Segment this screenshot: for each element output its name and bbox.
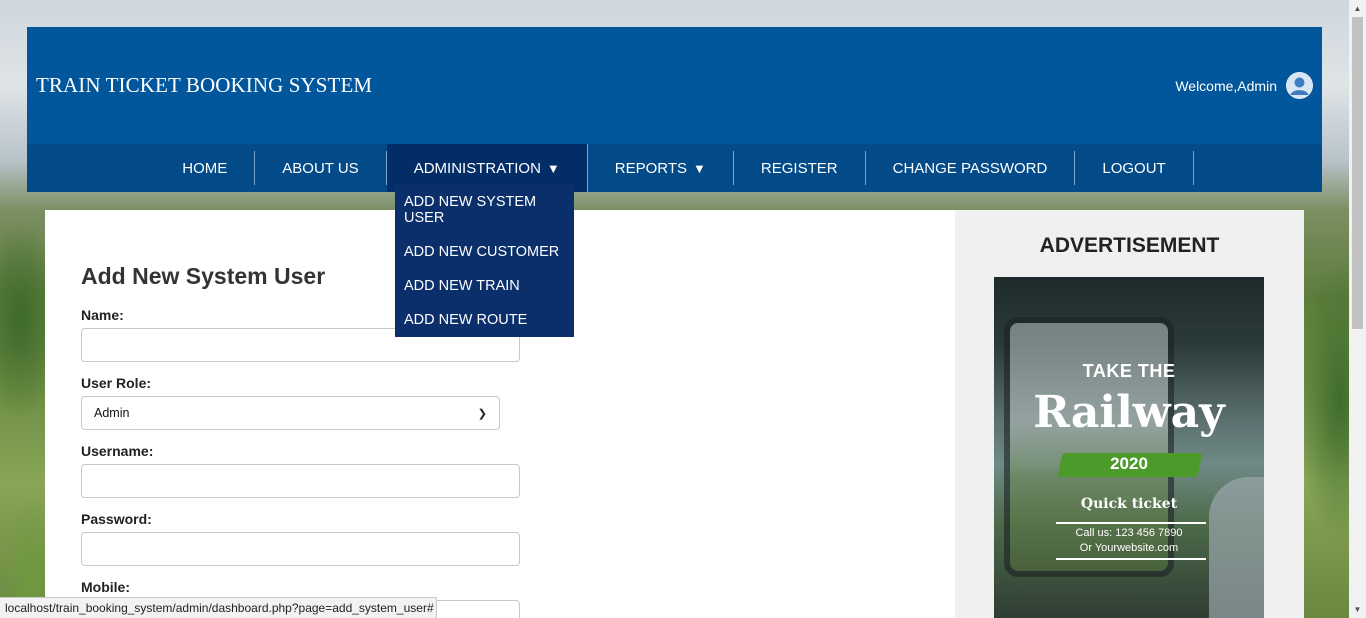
username-field[interactable] <box>81 464 520 498</box>
chevron-down-icon: ❯ <box>477 407 487 420</box>
site-title: TRAIN TICKET BOOKING SYSTEM <box>36 73 373 97</box>
ad-line-take-the: TAKE THE <box>1082 361 1176 381</box>
user-avatar-icon[interactable] <box>1286 72 1313 99</box>
page-scrollbar[interactable]: ▲ ▼ <box>1349 0 1366 618</box>
name-label: Name: <box>81 307 124 323</box>
dropdown-add-route[interactable]: ADD NEW ROUTE <box>404 312 569 328</box>
welcome-text: Welcome,Admin <box>1175 78 1277 94</box>
page-title: Add New System User <box>81 263 326 289</box>
ad-divider <box>1056 522 1206 524</box>
password-field[interactable] <box>81 532 520 566</box>
ad-line-railway: Railway <box>1033 387 1225 438</box>
caret-down-icon: ▼ <box>546 160 560 176</box>
scroll-down-icon[interactable]: ▼ <box>1349 601 1366 618</box>
user-role-select[interactable]: Admin ❯ <box>81 396 500 430</box>
caret-down-icon: ▼ <box>693 160 706 176</box>
advertisement-image[interactable]: TAKE THE Railway 2020 Quick ticket Call … <box>994 277 1264 618</box>
ad-divider <box>1056 558 1206 560</box>
site-header: TRAIN TICKET BOOKING SYSTEM Welcome,Admi… <box>27 27 1322 144</box>
mobile-label: Mobile: <box>81 579 130 595</box>
nav-change-password[interactable]: CHANGE PASSWORD <box>866 151 1076 185</box>
scroll-thumb[interactable] <box>1352 17 1363 329</box>
nav-about-us-label: ABOUT US <box>282 159 359 177</box>
dropdown-add-customer[interactable]: ADD NEW CUSTOMER <box>404 244 569 260</box>
nav-register-label: REGISTER <box>760 159 838 177</box>
ad-line-phone: Call us: 123 456 7890 <box>1075 527 1183 539</box>
ad-line-quick-ticket: Quick ticket <box>1080 496 1178 512</box>
nav-home[interactable]: HOME <box>155 151 256 185</box>
main-nav: HOME ABOUT US ADMINISTRATION ▼ REPORTS ▼… <box>27 144 1322 192</box>
ad-line-year: 2020 <box>1110 454 1148 473</box>
nav-reports[interactable]: REPORTS ▼ <box>588 151 734 185</box>
nav-about-us[interactable]: ABOUT US <box>255 151 387 185</box>
nav-logout[interactable]: LOGOUT <box>1075 151 1194 185</box>
dropdown-add-system-user[interactable]: ADD NEW SYSTEM USER <box>404 194 569 226</box>
dropdown-add-train[interactable]: ADD NEW TRAIN <box>404 278 569 294</box>
user-role-label: User Role: <box>81 375 152 391</box>
username-label: Username: <box>81 443 154 459</box>
advertisement-title: ADVERTISEMENT <box>1039 234 1220 257</box>
nav-change-password-label: CHANGE PASSWORD <box>892 159 1048 177</box>
nav-register[interactable]: REGISTER <box>734 151 866 185</box>
advertisement-sidebar: ADVERTISEMENT TAKE THE Railway 2020 Quic… <box>955 210 1304 618</box>
nav-logout-label: LOGOUT <box>1102 159 1166 177</box>
nav-home-label: HOME <box>182 159 228 177</box>
scroll-up-icon[interactable]: ▲ <box>1349 0 1366 17</box>
user-role-selected: Admin <box>94 406 130 420</box>
status-bar-url: localhost/train_booking_system/admin/das… <box>0 597 437 618</box>
nav-administration-label: ADMINISTRATION <box>413 159 541 177</box>
password-label: Password: <box>81 511 152 527</box>
ad-line-website: Or Yourwebsite.com <box>1079 542 1179 554</box>
administration-dropdown: ADD NEW SYSTEM USER ADD NEW CUSTOMER ADD… <box>395 184 574 337</box>
nav-reports-label: REPORTS <box>614 159 688 177</box>
